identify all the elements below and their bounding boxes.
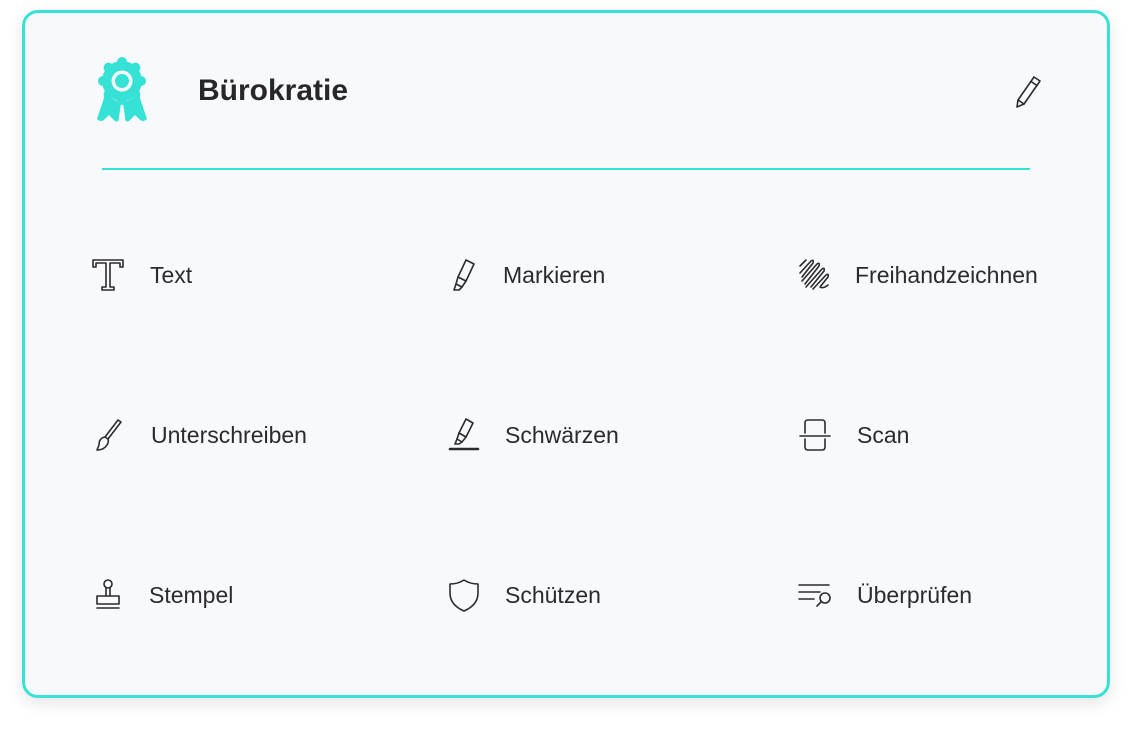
card-title: Bürokratie — [198, 74, 349, 107]
edit-button[interactable] — [1010, 73, 1046, 109]
tool-label: Schützen — [505, 581, 601, 608]
brush-icon — [88, 415, 128, 455]
freehand-scribble-icon — [795, 255, 835, 295]
tool-scan[interactable]: Scan — [795, 413, 909, 457]
tool-schuetzen[interactable]: Schützen — [444, 573, 601, 617]
redact-marker-icon — [444, 415, 484, 455]
stamp-icon — [88, 575, 128, 615]
tool-label: Freihandzeichnen — [855, 261, 1038, 288]
tool-schwaerzen[interactable]: Schwärzen — [444, 413, 619, 457]
shield-icon — [444, 575, 484, 615]
tool-label: Markieren — [503, 261, 606, 288]
scan-frame-icon — [795, 415, 835, 455]
tool-label: Unterschreiben — [151, 421, 307, 448]
header-divider — [102, 168, 1030, 170]
tool-ueberpruefen[interactable]: Überprüfen — [795, 573, 972, 617]
tool-stempel[interactable]: Stempel — [88, 573, 233, 617]
tool-freihandzeichnen[interactable]: Freihandzeichnen — [795, 253, 1038, 297]
award-rosette-icon — [91, 57, 153, 127]
tool-unterschreiben[interactable]: Unterschreiben — [88, 413, 307, 457]
tool-label: Text — [150, 261, 193, 288]
tool-markieren[interactable]: Markieren — [444, 253, 605, 297]
tool-card: Bürokratie Text Markieren Freihandzeichn… — [22, 10, 1110, 698]
tool-label: Überprüfen — [857, 581, 973, 608]
text-serif-t-icon — [88, 255, 128, 295]
review-search-icon — [795, 575, 835, 615]
tool-label: Stempel — [149, 581, 234, 608]
tool-text[interactable]: Text — [88, 253, 192, 297]
pencil-icon — [1010, 73, 1046, 109]
highlighter-icon — [444, 255, 484, 295]
tool-label: Scan — [857, 421, 910, 448]
tool-label: Schwärzen — [505, 421, 619, 448]
